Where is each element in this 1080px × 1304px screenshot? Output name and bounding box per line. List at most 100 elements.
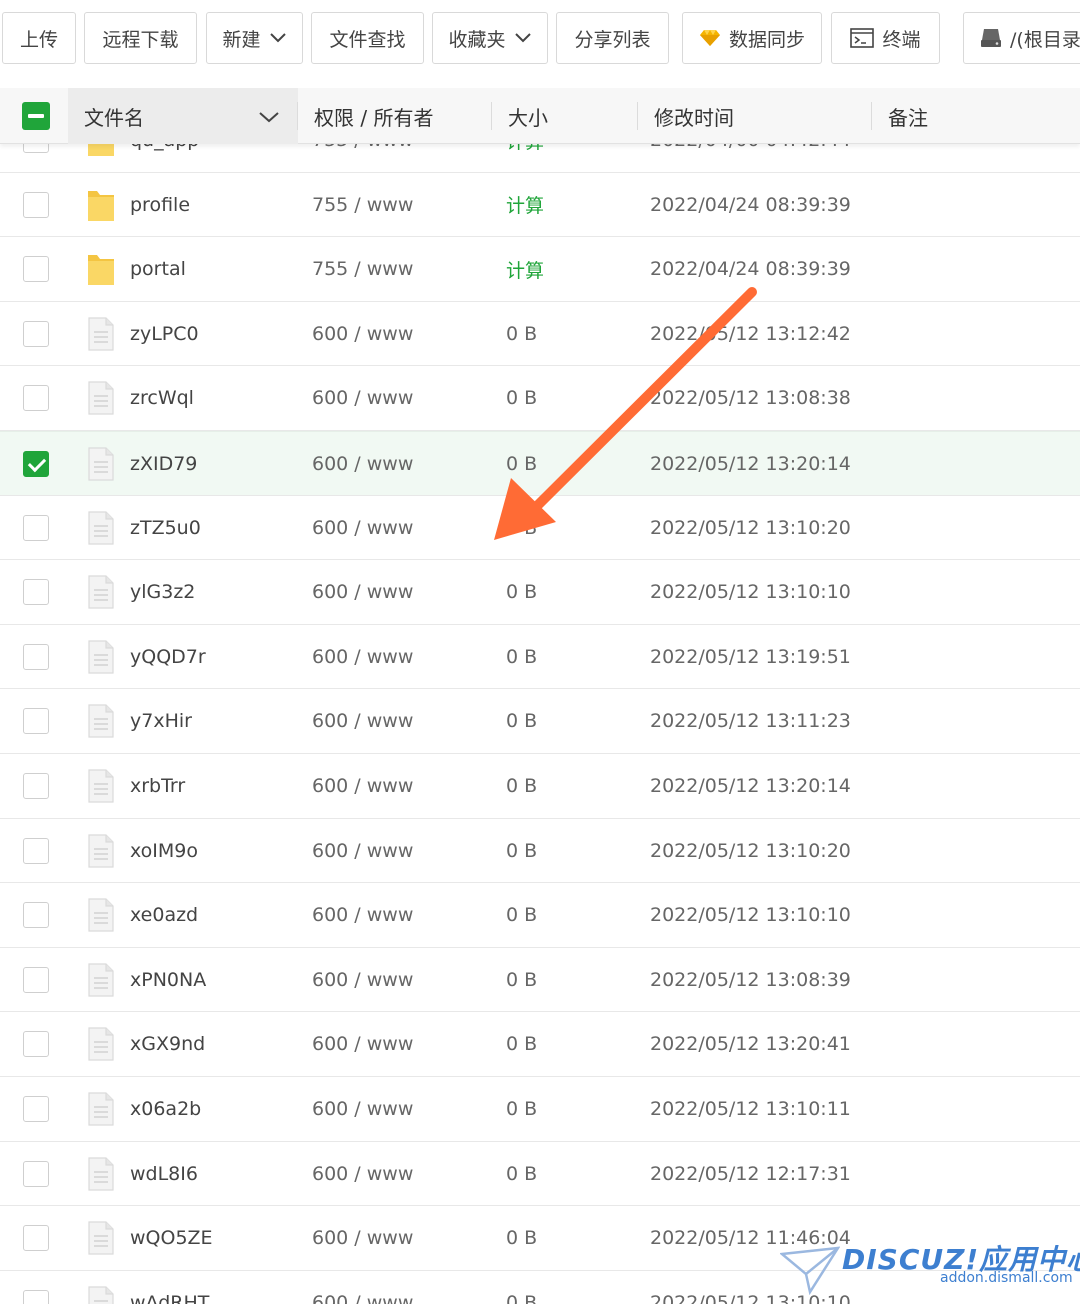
file-size[interactable]: 计算 xyxy=(506,237,544,301)
row-checkbox[interactable] xyxy=(23,837,49,864)
file-permission[interactable]: 600 / www xyxy=(312,1271,413,1304)
table-row[interactable]: yQQD7r 600 / www 0 B 2022/05/12 13:19:51 xyxy=(0,624,1080,690)
row-checkbox[interactable] xyxy=(23,514,49,541)
file-permission[interactable]: 600 / www xyxy=(312,366,413,430)
table-row[interactable]: x06a2b 600 / www 0 B 2022/05/12 13:10:11 xyxy=(0,1077,1080,1142)
table-row[interactable]: xPN0NA 600 / www 0 B 2022/05/12 13:08:39 xyxy=(0,947,1080,1013)
row-checkbox[interactable] xyxy=(23,320,49,347)
file-name[interactable]: wAdRHT xyxy=(130,1271,209,1304)
table-row[interactable]: wdL8I6 600 / www 0 B 2022/05/12 12:17:31 xyxy=(0,1141,1080,1207)
row-checkbox[interactable] xyxy=(23,1160,49,1187)
row-checkbox[interactable] xyxy=(23,708,49,735)
table-row[interactable]: zXID79 600 / www 0 B 2022/05/12 13:20:14 xyxy=(0,431,1080,496)
file-icon xyxy=(86,316,116,352)
file-name[interactable]: xrbTrr xyxy=(130,754,185,818)
table-row[interactable]: xe0azd 600 / www 0 B 2022/05/12 13:10:10 xyxy=(0,883,1080,948)
file-permission[interactable]: 600 / www xyxy=(312,302,413,366)
header-name-label: 文件名 xyxy=(84,105,144,130)
file-permission[interactable]: 600 / www xyxy=(312,1077,413,1141)
file-permission[interactable]: 600 / www xyxy=(312,625,413,689)
header-time[interactable]: 修改时间 xyxy=(638,88,872,144)
file-permission[interactable]: 600 / www xyxy=(312,883,413,947)
table-row[interactable]: portal 755 / www 计算 2022/04/24 08:39:39 xyxy=(0,237,1080,302)
table-row[interactable]: profile 755 / www 计算 2022/04/24 08:39:39 xyxy=(0,172,1080,238)
file-modified-time: 2022/05/12 13:10:10 xyxy=(650,904,851,927)
toolbar: 上传 远程下载 新建 文件查找 收藏夹 分享列表 数据同步 终端 /(根目录 xyxy=(0,0,1080,76)
file-name[interactable]: zrcWql xyxy=(130,366,194,430)
file-name[interactable]: xPN0NA xyxy=(130,948,206,1012)
file-permission[interactable]: 600 / www xyxy=(312,689,413,753)
table-row[interactable]: ylG3z2 600 / www 0 B 2022/05/12 13:10:10 xyxy=(0,560,1080,625)
file-name[interactable]: wQO5ZE xyxy=(130,1206,213,1270)
file-name[interactable]: yQQD7r xyxy=(130,625,206,689)
file-name[interactable]: wdL8I6 xyxy=(130,1142,198,1206)
table-row[interactable]: xoIM9o 600 / www 0 B 2022/05/12 13:10:20 xyxy=(0,818,1080,884)
file-permission[interactable]: 600 / www xyxy=(312,819,413,883)
row-checkbox[interactable] xyxy=(23,1289,49,1304)
table-row[interactable]: y7xHir 600 / www 0 B 2022/05/12 13:11:23 xyxy=(0,689,1080,754)
row-checkbox[interactable] xyxy=(23,385,49,412)
row-checkbox[interactable] xyxy=(23,902,49,929)
file-size: 0 B xyxy=(506,1162,538,1185)
path-button[interactable]: /(根目录 xyxy=(963,12,1080,64)
file-modified-time: 2022/04/24 08:39:39 xyxy=(650,258,851,281)
file-size: 0 B xyxy=(506,516,538,539)
row-checkbox[interactable] xyxy=(23,579,49,606)
chevron-down-icon xyxy=(514,33,531,43)
file-permission[interactable]: 600 / www xyxy=(312,1142,413,1206)
data-sync-button[interactable]: 数据同步 xyxy=(682,12,822,64)
file-permission[interactable]: 600 / www xyxy=(312,948,413,1012)
header-size[interactable]: 大小 xyxy=(492,88,638,144)
table-row[interactable]: zrcWql 600 / www 0 B 2022/05/12 13:08:38 xyxy=(0,366,1080,431)
file-permission[interactable]: 600 / www xyxy=(312,432,413,496)
file-name[interactable]: xe0azd xyxy=(130,883,198,947)
file-permission[interactable]: 600 / www xyxy=(312,754,413,818)
file-name[interactable]: zyLPC0 xyxy=(130,302,199,366)
file-size[interactable]: 计算 xyxy=(506,173,544,237)
table-row[interactable]: zyLPC0 600 / www 0 B 2022/05/12 13:12:42 xyxy=(0,301,1080,367)
file-permission[interactable]: 755 / www xyxy=(312,237,413,301)
header-perm[interactable]: 权限 / 所有者 xyxy=(298,88,492,144)
remote-download-button[interactable]: 远程下载 xyxy=(84,12,197,64)
file-name[interactable]: zXID79 xyxy=(130,432,197,496)
file-name[interactable]: zTZ5u0 xyxy=(130,496,201,560)
file-name[interactable]: xoIM9o xyxy=(130,819,198,883)
header-name[interactable]: 文件名 xyxy=(68,88,298,144)
file-name[interactable]: xGX9nd xyxy=(130,1012,205,1076)
select-all-checkbox[interactable] xyxy=(22,102,50,130)
file-name[interactable]: portal xyxy=(130,237,186,301)
file-name[interactable]: x06a2b xyxy=(130,1077,201,1141)
row-checkbox[interactable] xyxy=(23,256,49,283)
file-name[interactable]: y7xHir xyxy=(130,689,192,753)
row-checkbox[interactable] xyxy=(23,966,49,993)
table-row[interactable]: zTZ5u0 600 / www 0 B 2022/05/12 13:10:20 xyxy=(0,495,1080,561)
row-checkbox[interactable] xyxy=(23,191,49,218)
file-permission[interactable]: 600 / www xyxy=(312,496,413,560)
table-row[interactable]: xGX9nd 600 / www 0 B 2022/05/12 13:20:41 xyxy=(0,1012,1080,1077)
row-checkbox[interactable] xyxy=(23,1031,49,1058)
terminal-button[interactable]: 终端 xyxy=(831,12,940,64)
file-search-button[interactable]: 文件查找 xyxy=(311,12,424,64)
file-permission[interactable]: 600 / www xyxy=(312,560,413,624)
file-name[interactable]: profile xyxy=(130,173,190,237)
row-checkbox[interactable] xyxy=(23,451,49,477)
row-checkbox[interactable] xyxy=(23,773,49,799)
favorites-button[interactable]: 收藏夹 xyxy=(432,12,548,64)
header-time-label: 修改时间 xyxy=(654,105,734,130)
chevron-down-icon[interactable] xyxy=(258,110,280,124)
new-button[interactable]: 新建 xyxy=(206,12,303,64)
upload-button[interactable]: 上传 xyxy=(2,12,76,64)
file-permission[interactable]: 600 / www xyxy=(312,1012,413,1076)
file-modified-time: 2022/05/12 13:08:38 xyxy=(650,387,851,410)
row-checkbox[interactable] xyxy=(23,1225,49,1252)
file-size: 0 B xyxy=(506,839,538,862)
table-row[interactable]: xrbTrr 600 / www 0 B 2022/05/12 13:20:14 xyxy=(0,754,1080,819)
share-list-button[interactable]: 分享列表 xyxy=(556,12,669,64)
file-permission[interactable]: 600 / www xyxy=(312,1206,413,1270)
row-checkbox[interactable] xyxy=(23,643,49,670)
file-icon xyxy=(86,768,116,804)
row-checkbox[interactable] xyxy=(23,1096,49,1122)
file-permission[interactable]: 755 / www xyxy=(312,173,413,237)
file-name[interactable]: ylG3z2 xyxy=(130,560,195,624)
watermark-url: addon.dismall.com xyxy=(940,1270,1073,1286)
